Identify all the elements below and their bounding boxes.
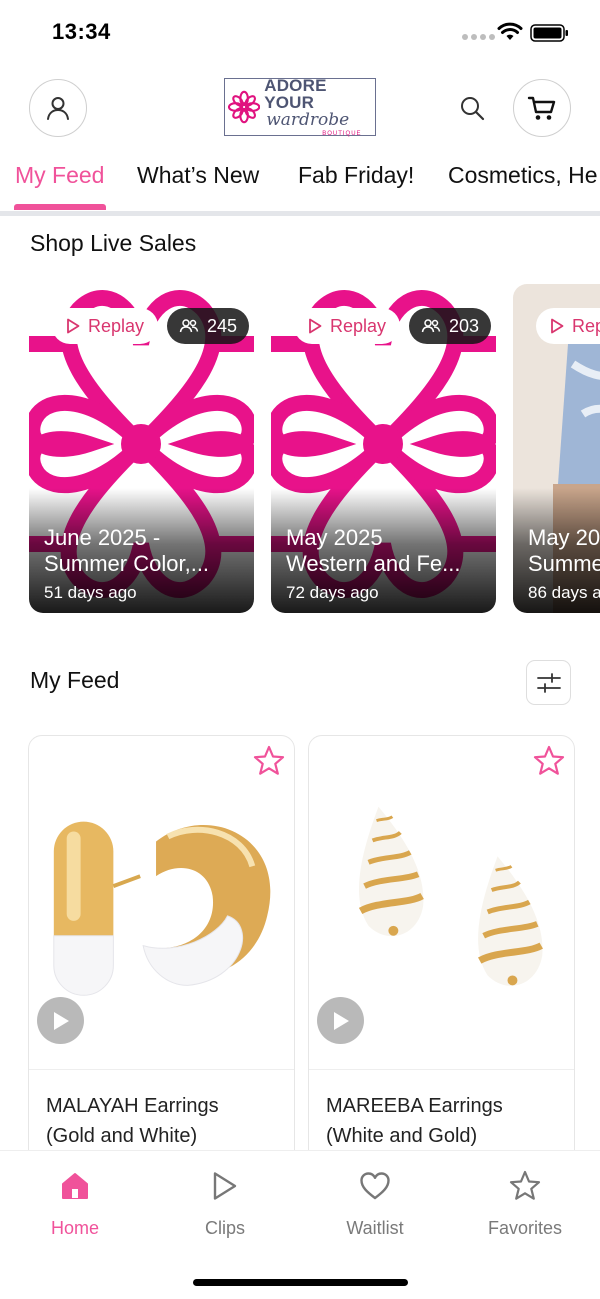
bottom-tab-bar: Home Clips Waitlist Favorites [0,1150,600,1299]
filter-button[interactable] [526,660,571,705]
play-video-button[interactable] [317,997,364,1044]
star-icon [509,1170,541,1200]
sliders-icon [536,672,561,693]
tabs-divider [0,211,600,216]
home-icon [62,1173,88,1199]
product-image [53,821,271,996]
star-outline-icon [533,745,565,775]
people-icon [421,319,441,333]
tab-cosmetics[interactable]: Cosmetics, He [448,162,598,189]
play-icon [213,1172,237,1200]
search-icon [461,97,485,121]
category-tabs: My Feed What’s New Fab Friday! Cosmetics… [0,150,600,216]
profile-button[interactable] [29,79,87,137]
cart-button[interactable] [513,79,571,137]
live-sale-date: 86 days a [528,583,600,602]
live-sale-card[interactable]: Rep May 20 Summe 86 days a [513,284,600,613]
feed-title: My Feed [30,667,120,693]
logo-line2: wardrobe [266,110,350,130]
favorite-button[interactable] [532,744,566,783]
play-outline-icon [551,318,564,334]
home-indicator [193,1279,408,1286]
people-icon [179,319,199,333]
play-outline-icon [67,318,80,334]
replay-badge[interactable]: Rep [536,308,600,344]
product-card[interactable]: MAREEBA Earrings (White and Gold) [308,735,575,1165]
flower-logo-icon [228,90,261,124]
tab-my-feed[interactable]: My Feed [15,162,104,189]
person-icon [47,97,69,120]
heart-icon [360,1172,390,1200]
viewers-count: 245 [207,315,238,336]
product-name: MALAYAH Earrings (Gold and White) [46,1095,219,1147]
star-outline-icon [253,745,285,775]
nav-clips[interactable]: Clips [170,1167,280,1239]
viewers-badge: 203 [409,308,492,344]
logo-line1: ADORE YOUR [264,76,327,112]
replay-badge[interactable]: Replay [294,308,401,344]
nav-favorites[interactable]: Favorites [470,1167,580,1239]
replay-badge[interactable]: Replay [52,308,159,344]
viewers-count: 203 [449,315,480,336]
signal-icon [462,34,495,40]
live-sale-card[interactable]: Replay 245 June 2025 - Summer Color,... … [29,284,254,613]
nav-waitlist[interactable]: Waitlist [320,1167,430,1239]
play-outline-icon [309,318,322,334]
product-name: MAREEBA Earrings (White and Gold) [326,1095,503,1147]
live-sale-title: May 2025 Western and Fe... [286,525,461,576]
favorite-button[interactable] [252,744,286,783]
live-sales-title: Shop Live Sales [30,230,197,256]
tab-whats-new[interactable]: What’s New [137,162,259,189]
live-sales-carousel: Replay 245 June 2025 - Summer Color,... … [0,284,600,614]
battery-icon [530,24,568,42]
live-sale-card[interactable]: Replay 203 May 2025 Western and Fe... 72… [271,284,496,613]
tab-fab-friday[interactable]: Fab Friday! [298,162,414,189]
live-sale-title: June 2025 - Summer Color,... [44,525,210,576]
viewers-badge: 245 [167,308,250,344]
store-logo[interactable]: ADORE YOUR wardrobe BOUTIQUE [224,76,376,137]
app-header: ADORE YOUR wardrobe BOUTIQUE [0,76,600,140]
play-video-button[interactable] [37,997,84,1044]
logo-line3: BOUTIQUE [322,131,362,137]
play-icon [333,1011,349,1030]
search-button[interactable] [455,91,489,125]
nav-home[interactable]: Home [20,1167,130,1239]
status-time: 13:34 [52,19,111,44]
live-sale-date: 72 days ago [286,583,379,602]
cart-icon [527,96,556,120]
status-bar: 13:34 [0,0,600,66]
live-sale-title: May 20 Summe [528,525,600,576]
wifi-icon [497,22,523,40]
product-card[interactable]: MALAYAH Earrings (Gold and White) [28,735,295,1165]
live-sale-date: 51 days ago [44,583,137,602]
play-icon [53,1011,69,1030]
active-tab-indicator [14,204,106,210]
product-image [358,806,543,986]
